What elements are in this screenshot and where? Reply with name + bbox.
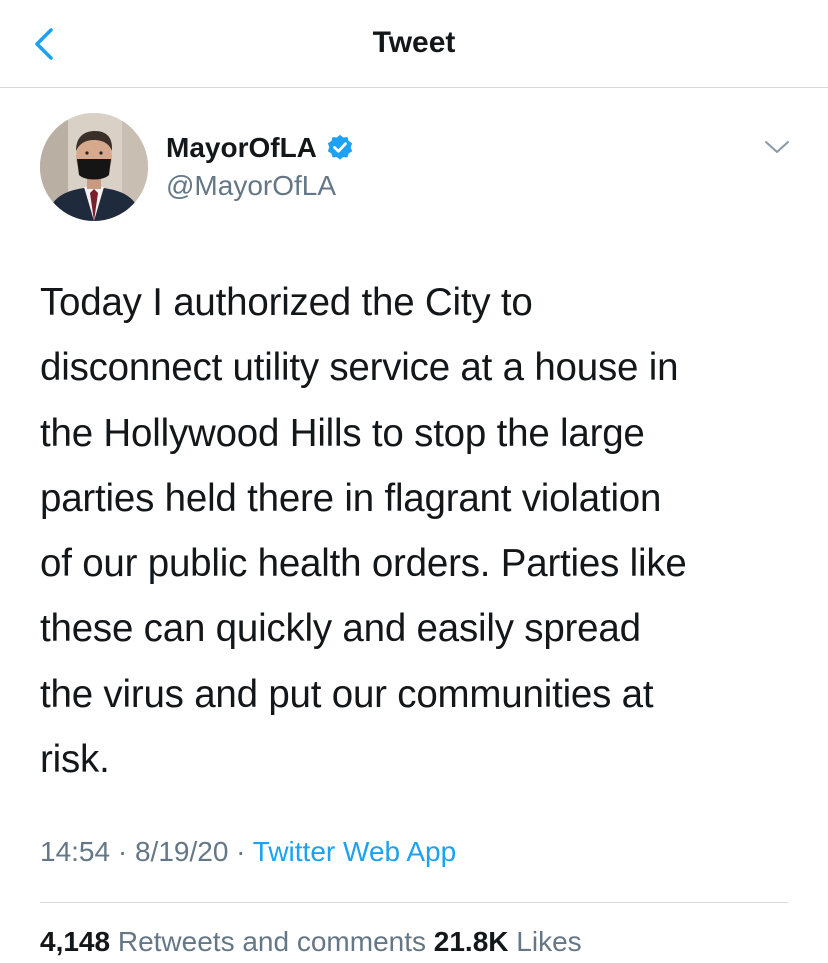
tweet-time: 14:54 (40, 836, 111, 867)
tweet-text-line: the Hollywood Hills to stop the large (40, 411, 645, 455)
divider (40, 902, 788, 903)
tweet-text-line: disconnect utility service at a house in (40, 346, 679, 390)
likes-count: 21.8K (433, 926, 509, 957)
tweet-text-line: Today I authorized the City to (40, 281, 533, 324)
handle[interactable]: @MayorOfLA (166, 170, 336, 202)
tweet-text-line: parties held there in flagrant violation (40, 476, 662, 520)
engagement-stats: 4,148 Retweets and comments 21.8K Likes (40, 926, 582, 958)
verified-badge-icon (327, 134, 353, 160)
tweet-text: Today I authorized the City to disconnec… (40, 270, 800, 792)
retweets-label: Retweets and comments (117, 926, 426, 957)
tweet-text-line: of our public health orders. Parties lik… (40, 542, 687, 586)
meta-separator: · (236, 836, 246, 867)
retweets-count: 4,148 (40, 926, 111, 957)
tweet-text-line: these can quickly and easily spread (40, 607, 641, 651)
display-name[interactable]: MayorOfLA (166, 132, 317, 164)
likes-stat[interactable]: 21.8K Likes (434, 926, 582, 957)
tweet-source-link[interactable]: Twitter Web App (253, 836, 456, 867)
tweet-text-line: risk. (40, 738, 110, 782)
page-title: Tweet (372, 26, 456, 59)
top-bar: Tweet (0, 0, 828, 88)
author-name-row: MayorOfLA (166, 130, 355, 166)
chevron-down-icon (765, 141, 789, 153)
tweet-meta: 14:54 · 8/19/20 · Twitter Web App (40, 836, 456, 868)
tweet-menu-button[interactable] (762, 132, 792, 162)
avatar[interactable] (40, 113, 148, 221)
tweet-text-line: the virus and put our communities at (40, 672, 654, 716)
likes-label: Likes (516, 926, 582, 957)
meta-separator: · (117, 836, 128, 867)
retweets-stat[interactable]: 4,148 Retweets and comments (40, 926, 426, 957)
tweet-date: 8/19/20 (134, 836, 229, 867)
